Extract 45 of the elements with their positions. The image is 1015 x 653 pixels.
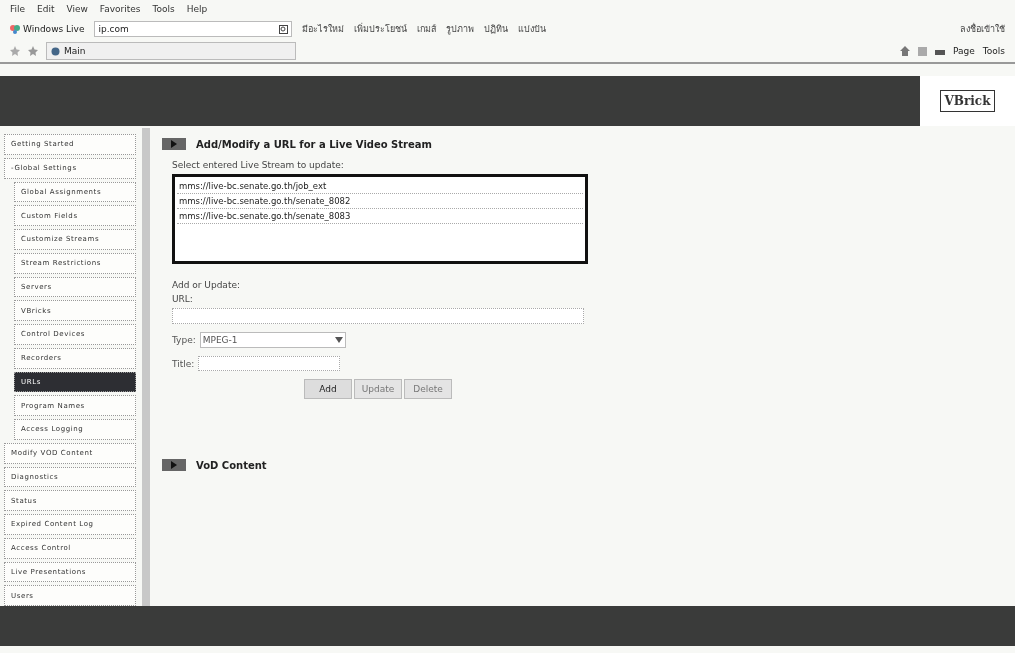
menu-item[interactable]: Favorites xyxy=(99,4,141,14)
stream-option[interactable]: mms://live-bc.senate.go.th/job_ext xyxy=(177,179,583,194)
stream-list[interactable]: mms://live-bc.senate.go.th/job_ext mms://live-bc.senate.go.th/senate_8082 mms://live-bc.senate.go.th/senate_8083 xyxy=(172,174,588,264)
page-icon xyxy=(51,46,60,56)
stream-option[interactable]: mms://live-bc.senate.go.th/senate_8083 xyxy=(177,209,583,224)
menu-item[interactable]: View xyxy=(66,4,88,14)
play-icon[interactable] xyxy=(162,459,186,471)
search-icon[interactable] xyxy=(279,24,289,34)
menu-item[interactable]: Help xyxy=(186,4,208,14)
field-label: Type: xyxy=(172,335,196,345)
logo: VBrick xyxy=(939,90,996,112)
field-label: URL: xyxy=(172,294,194,304)
sign-in-link[interactable]: ลงชื่อเข้าใช้ xyxy=(960,22,1005,36)
stream-option[interactable]: mms://live-bc.senate.go.th/senate_8082 xyxy=(177,194,583,209)
caret-icon xyxy=(334,337,343,343)
url-field[interactable] xyxy=(172,308,584,324)
title-field[interactable] xyxy=(198,356,341,371)
add-button[interactable]: Add xyxy=(304,379,352,399)
command-button[interactable]: Page xyxy=(953,46,975,56)
play-icon[interactable] xyxy=(162,138,186,150)
brand-label: Windows Live xyxy=(23,24,85,34)
star-icon[interactable] xyxy=(28,46,38,56)
field-label: Title: xyxy=(172,358,195,369)
toolbar-link[interactable]: รูปภาพ xyxy=(446,22,475,36)
menu-item[interactable]: Tools xyxy=(152,4,175,14)
feed-icon[interactable] xyxy=(918,46,928,56)
toolbar-link[interactable]: ปฏิทิน xyxy=(484,22,509,36)
menu-item[interactable]: Edit xyxy=(37,4,55,14)
toolbar-link[interactable]: เกมส์ xyxy=(417,22,437,36)
browser-tab[interactable]: Main xyxy=(46,42,296,60)
toolbar-link[interactable]: แบ่งปัน xyxy=(518,22,547,36)
search-field[interactable]: ip.com xyxy=(94,21,293,37)
type-dropdown[interactable]: MPEG-1 xyxy=(199,332,346,348)
toolbar-link[interactable]: เพิ่มประโยชน์ xyxy=(354,22,408,36)
home-icon[interactable] xyxy=(900,46,911,56)
toolbar-link[interactable]: มีอะไรใหม่ xyxy=(302,22,345,36)
butterfly-icon xyxy=(10,24,20,34)
section-title: VoD Content xyxy=(196,459,267,471)
command-button[interactable]: Tools xyxy=(982,46,1005,56)
section-title: Add/Modify a URL for a Live Video Stream xyxy=(196,138,432,150)
field-label: Select entered Live Stream to update: xyxy=(172,160,345,170)
scrollbar[interactable] xyxy=(142,128,150,606)
field-label: Add or Update: xyxy=(172,280,241,290)
menu-item[interactable]: File xyxy=(10,4,26,14)
star-icon[interactable] xyxy=(10,46,20,56)
